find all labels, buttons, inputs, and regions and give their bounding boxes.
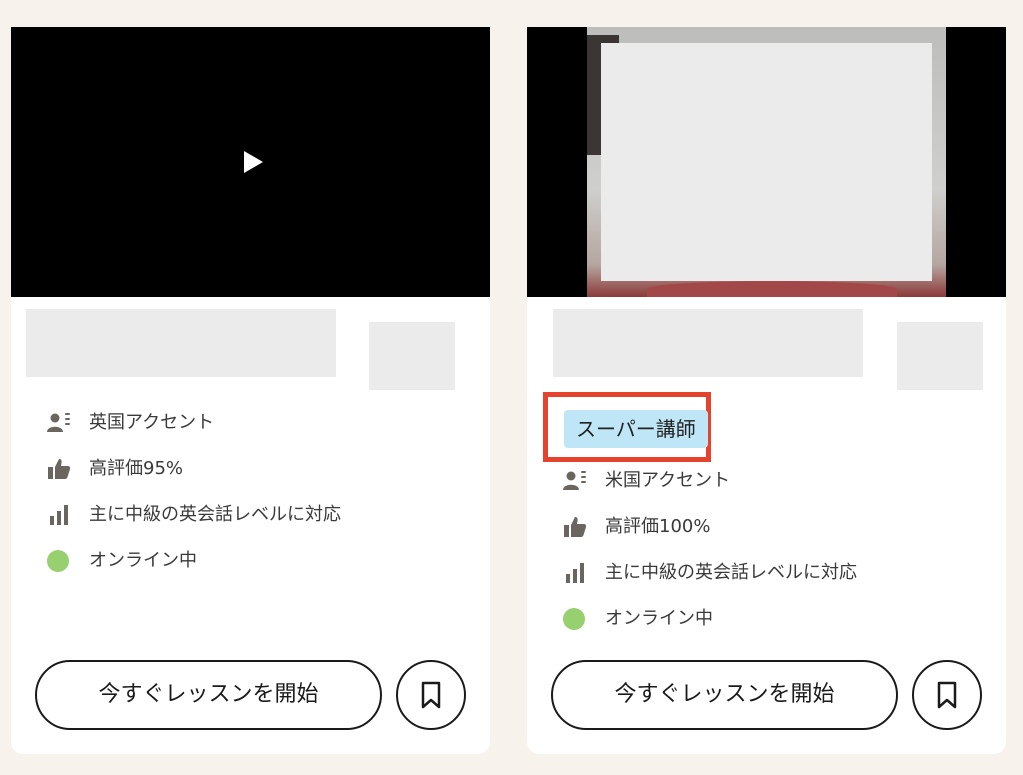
feature-list: 英国アクセント 高評価95% 主に中級の英会話レベルに対応 オンライン中 [11, 407, 490, 591]
feature-rating-label: 高評価95% [89, 458, 184, 479]
intro-video[interactable] [527, 27, 1006, 297]
bookmark-button[interactable] [396, 660, 466, 730]
teacher-name-redacted [553, 309, 863, 377]
bar-chart-icon [566, 563, 584, 583]
teacher-card: スーパー講師 米国アクセント 高評価100% 主に中級の英会話レベルに対応 オン… [527, 27, 1006, 754]
thumbs-up-icon [48, 459, 71, 479]
feature-accent: 米国アクセント [527, 465, 1006, 511]
feature-rating-label: 高評価100% [605, 516, 711, 537]
feature-online: オンライン中 [527, 603, 1006, 649]
feature-level-label: 主に中級の英会話レベルに対応 [605, 562, 857, 583]
thumbnail-shirt [647, 281, 897, 297]
feature-level-label: 主に中級の英会話レベルに対応 [89, 504, 341, 525]
teacher-card: 英国アクセント 高評価95% 主に中級の英会話レベルに対応 オンライン中 今すぐ… [11, 27, 490, 754]
accent-speaker-icon [563, 471, 586, 490]
feature-accent-label: 米国アクセント [605, 470, 731, 491]
feature-online: オンライン中 [11, 545, 490, 591]
feature-level: 主に中級の英会話レベルに対応 [527, 557, 1006, 603]
play-icon[interactable] [241, 149, 265, 175]
feature-list: 米国アクセント 高評価100% 主に中級の英会話レベルに対応 オンライン中 [527, 465, 1006, 649]
feature-accent-label: 英国アクセント [89, 412, 215, 433]
bookmark-icon [421, 681, 441, 709]
online-status-dot [47, 550, 69, 572]
intro-video[interactable] [11, 27, 490, 297]
bar-chart-icon [50, 505, 68, 525]
online-status-dot [563, 608, 585, 630]
feature-accent: 英国アクセント [11, 407, 490, 453]
start-lesson-button[interactable]: 今すぐレッスンを開始 [551, 660, 898, 730]
avatar[interactable] [369, 322, 455, 390]
video-thumbnail [587, 27, 946, 297]
thumbnail-redacted [601, 43, 932, 281]
feature-level: 主に中級の英会話レベルに対応 [11, 499, 490, 545]
feature-online-label: オンライン中 [89, 550, 197, 571]
bookmark-button[interactable] [912, 660, 982, 730]
feature-rating: 高評価95% [11, 453, 490, 499]
start-lesson-button[interactable]: 今すぐレッスンを開始 [35, 660, 382, 730]
bookmark-icon [937, 681, 957, 709]
thumbs-up-icon [564, 517, 587, 537]
teacher-name-redacted [26, 309, 336, 377]
accent-speaker-icon [47, 413, 70, 432]
feature-rating: 高評価100% [527, 511, 1006, 557]
avatar[interactable] [897, 322, 983, 390]
feature-online-label: オンライン中 [605, 608, 713, 629]
super-teacher-badge: スーパー講師 [564, 410, 708, 448]
